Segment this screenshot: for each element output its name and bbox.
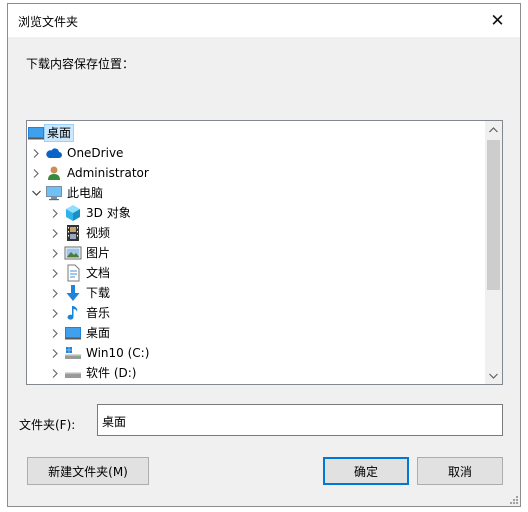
close-button[interactable]: ✕ — [475, 4, 520, 37]
document-icon — [64, 264, 82, 282]
tree-item[interactable]: 此电脑 — [27, 183, 487, 203]
chevron-right-icon — [52, 248, 58, 258]
expand-toggle[interactable] — [50, 203, 60, 223]
expand-toggle[interactable] — [50, 323, 60, 343]
scroll-thumb[interactable] — [487, 140, 500, 290]
expand-toggle[interactable] — [50, 283, 60, 303]
cancel-button[interactable]: 取消 — [417, 457, 503, 485]
collapse-toggle[interactable] — [31, 183, 41, 203]
computer-icon — [45, 184, 63, 202]
picture-icon — [64, 244, 82, 262]
chevron-right-icon — [33, 168, 39, 178]
system-drive-icon — [64, 344, 82, 362]
tree-item-label: 文档 — [86, 266, 111, 280]
resize-grip-icon[interactable] — [507, 493, 519, 505]
download-arrow-icon — [64, 284, 82, 302]
chevron-right-icon — [52, 308, 58, 318]
tree-item[interactable]: OneDrive — [27, 143, 487, 163]
title-bar: 浏览文件夹 ✕ — [8, 4, 520, 37]
chevron-right-icon — [52, 228, 58, 238]
prompt-text: 下载内容保存位置： — [26, 57, 135, 71]
film-icon — [64, 224, 82, 242]
chevron-up-icon — [489, 126, 498, 132]
tree-item-label: OneDrive — [67, 146, 124, 160]
tree-item[interactable]: 文档 (E:) — [27, 383, 487, 385]
tree-item[interactable]: Administrator — [27, 163, 487, 183]
new-folder-button[interactable]: 新建文件夹(M) — [27, 457, 149, 485]
chevron-right-icon — [52, 288, 58, 298]
tree-item-label: 3D 对象 — [86, 206, 131, 220]
tree-item[interactable]: 3D 对象 — [27, 203, 487, 223]
tree-item-label: 软件 (D:) — [86, 366, 137, 380]
tree-item-label: 下载 — [86, 286, 111, 300]
scroll-down-arrow[interactable] — [485, 367, 502, 384]
cube-3d-icon — [64, 204, 82, 222]
chevron-right-icon — [52, 208, 58, 218]
tree-item-label: 视频 — [86, 226, 111, 240]
expand-toggle[interactable] — [31, 143, 41, 163]
chevron-right-icon — [52, 268, 58, 278]
ok-button[interactable]: 确定 — [323, 457, 409, 485]
tree-item-label: 桌面 — [43, 124, 75, 142]
expand-toggle[interactable] — [50, 343, 60, 363]
new-folder-button-label: 新建文件夹(M) — [48, 464, 128, 479]
cloud-icon — [45, 144, 63, 162]
user-icon — [45, 164, 63, 182]
desktop-icon — [64, 324, 82, 342]
chevron-down-icon — [489, 373, 498, 379]
chevron-right-icon — [52, 348, 58, 358]
chevron-right-icon — [52, 368, 58, 378]
tree-item[interactable]: 视频 — [27, 223, 487, 243]
chevron-right-icon — [52, 328, 58, 338]
ok-button-label: 确定 — [353, 464, 378, 479]
drive-icon — [64, 384, 82, 385]
tree-item-label: 桌面 — [86, 326, 111, 340]
tree-item[interactable]: 桌面 — [27, 123, 487, 143]
close-icon: ✕ — [490, 10, 505, 31]
tree-item-label: 此电脑 — [67, 186, 104, 200]
music-note-icon — [64, 304, 82, 322]
expand-toggle[interactable] — [50, 363, 60, 383]
expand-toggle[interactable] — [50, 303, 60, 323]
tree-item-label: Win10 (C:) — [86, 346, 150, 360]
tree-item[interactable]: 桌面 — [27, 323, 487, 343]
tree-item[interactable]: 下载 — [27, 283, 487, 303]
browse-folder-dialog: 浏览文件夹 ✕ 下载内容保存位置： 桌面 OneDrive Administrato… — [7, 3, 521, 507]
expand-toggle[interactable] — [50, 383, 60, 384]
tree-item[interactable]: Win10 (C:) — [27, 343, 487, 363]
expand-toggle[interactable] — [50, 263, 60, 283]
expand-toggle[interactable] — [50, 243, 60, 263]
tree-item[interactable]: 音乐 — [27, 303, 487, 323]
tree-item[interactable]: 图片 — [27, 243, 487, 263]
expand-toggle[interactable] — [31, 163, 41, 183]
tree-item-label: 音乐 — [86, 306, 111, 320]
window-title: 浏览文件夹 — [18, 15, 79, 29]
chevron-down-icon — [31, 190, 41, 196]
drive-icon — [64, 364, 82, 382]
tree-item[interactable]: 软件 (D:) — [27, 363, 487, 383]
tree-item-label: 图片 — [86, 246, 111, 260]
cancel-button-label: 取消 — [447, 464, 472, 479]
desktop-icon — [27, 124, 45, 142]
scroll-up-arrow[interactable] — [485, 121, 502, 138]
chevron-right-icon — [33, 148, 39, 158]
expand-toggle[interactable] — [50, 223, 60, 243]
folder-label: 文件夹(F): — [19, 418, 76, 432]
folder-tree[interactable]: 桌面 OneDrive Administrator 此电脑 3D 对象视频图片文档下载音… — [26, 120, 503, 385]
vertical-scrollbar[interactable] — [485, 121, 502, 384]
tree-item-label: Administrator — [67, 166, 149, 180]
tree-item[interactable]: 文档 — [27, 263, 487, 283]
folder-input[interactable] — [97, 404, 503, 436]
